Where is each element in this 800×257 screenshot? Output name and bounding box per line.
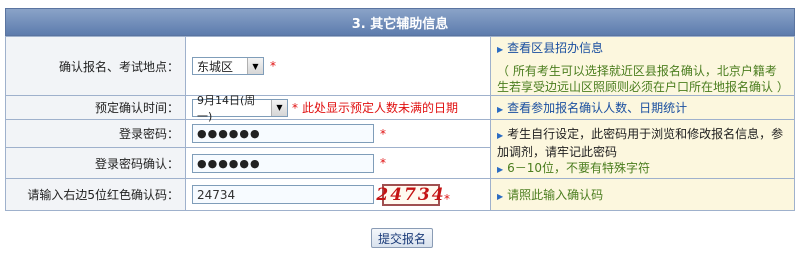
auxiliary-info-form: 确认报名、考试地点： 东城区 ▼ * ▶ 查看区县招办信息 （ 所有考生可以选择就… [5,36,795,211]
confirm-time-cell: 9月14日(周一) ▼ * 此处显示预定人数未满的日期 [185,94,491,123]
password-confirm-cell: ●●●●●● * [185,147,491,179]
chevron-down-icon[interactable]: ▼ [271,99,287,116]
confirm-time-label: 预定确认时间： [5,95,186,120]
arrow-bullet-icon: ▶ [497,45,504,54]
password-tip-text: 考生自行设定，此密码用于浏览和修改报名信息，参加调剂，请牢记此密码 [497,127,784,159]
location-tip: ▶ 查看区县招办信息 （ 所有考生可以选择就近区县报名确认，北京户籍考生若享受边远… [490,36,795,96]
password-cell: ●●●●●● * [185,118,491,149]
captcha-tip: ▶ 请照此输入确认码 [490,178,795,211]
arrow-bullet-icon: ▶ [497,191,504,201]
location-cell: 东城区 ▼ * [185,36,491,96]
confirm-time-select[interactable]: 9月14日(周一) ▼ [192,94,288,123]
arrow-bullet-icon: ▶ [497,165,504,174]
password-label: 登录密码： [5,118,186,149]
confirm-time-hint: 此处显示预定人数未满的日期 [302,101,459,115]
arrow-bullet-icon: ▶ [497,131,504,140]
confirm-time-tip: ▶ 查看参加报名确认人数、日期统计 [490,95,795,120]
required-mark: * [380,126,386,141]
password-confirm-label: 登录密码确认： [5,147,186,179]
location-select[interactable]: 东城区 ▼ [192,57,264,75]
password-tip: ▶ 考生自行设定，此密码用于浏览和修改报名信息，参加调剂，请牢记此密码 ▶ 6－10… [490,119,795,179]
captcha-tip-text: 请照此输入确认码 [507,187,604,202]
location-select-value: 东城区 [197,59,234,74]
required-mark: * [444,191,450,206]
location-note: （ 所有考生可以选择就近区县报名确认，北京户籍考生若享受边远山区照顾则必须在户口… [497,64,789,94]
arrow-bullet-icon: ▶ [497,105,504,114]
confirm-time-select-value: 9月14日(周一) [197,93,256,123]
confirm-stats-link[interactable]: 查看参加报名确认人数、日期统计 [507,101,687,115]
section-title: 3. 其它辅助信息 [5,8,795,36]
required-mark: * [270,59,276,73]
captcha-label: 请输入右边5位红色确认码： [5,178,186,211]
captcha-image: 24734 [376,183,446,206]
location-label: 确认报名、考试地点： [5,36,186,96]
district-office-link[interactable]: 查看区县招办信息 [507,41,603,55]
password-field[interactable]: ●●●●●● [192,124,374,144]
captcha-input[interactable]: 24734 [192,185,374,204]
captcha-cell: 24734 24734 * [185,178,491,211]
submit-button[interactable]: 提交报名 [371,228,433,248]
chevron-down-icon[interactable]: ▼ [247,58,263,74]
required-mark: * [380,156,386,171]
password-rule-text: 6－10位，不要有特殊字符 [507,161,651,175]
required-mark: * [292,100,298,115]
password-confirm-field[interactable]: ●●●●●● [192,153,374,173]
